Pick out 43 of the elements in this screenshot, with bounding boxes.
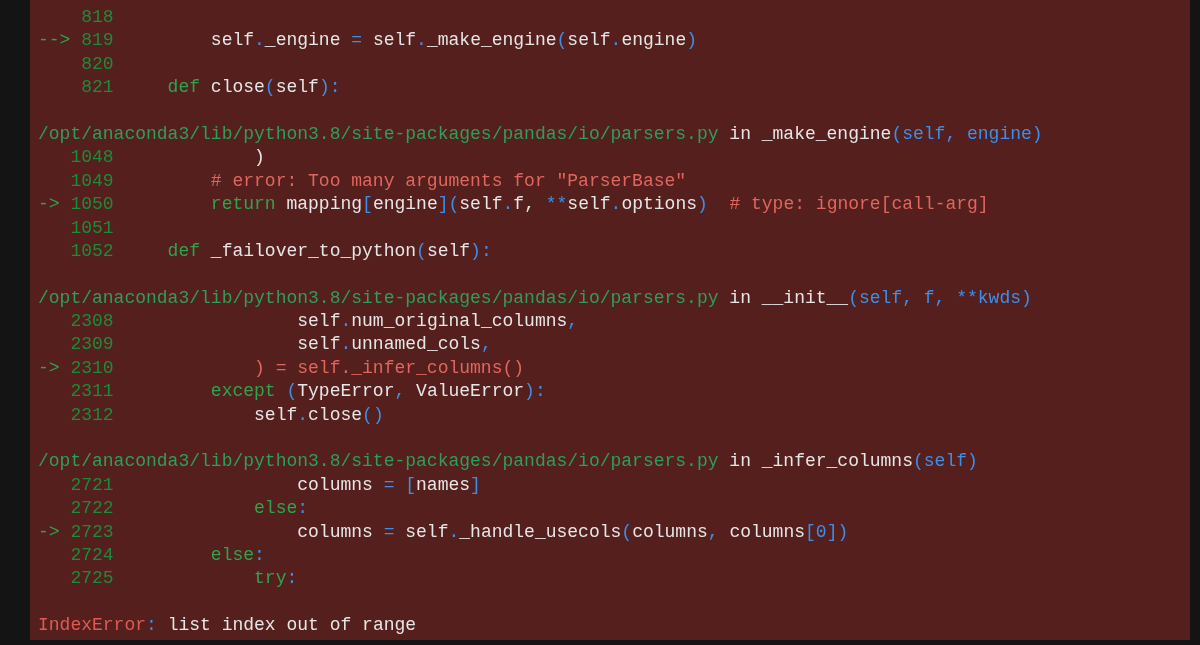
line-number: 1052 (70, 239, 114, 263)
code-line: else: (253, 497, 309, 521)
line-number: 2309 (70, 333, 114, 357)
arrow-marker: -> (38, 356, 60, 380)
line-number: 1049 (70, 169, 114, 193)
traceback-header: /opt/anaconda3/lib/python3.8/site-packages/pandas/io/parsers.py in _make_engine(self, engine) (38, 122, 1043, 146)
line-number: 1051 (70, 216, 114, 240)
code-line: def close(self): (166, 76, 341, 100)
line-number: 821 (81, 76, 114, 100)
line-number: 1048 (70, 146, 114, 170)
arrow-marker: --> (38, 29, 71, 53)
code-line: # error: Too many arguments for "ParserBase" (209, 169, 687, 193)
line-number: 818 (81, 6, 114, 29)
code-line: def _failover_to_python(self): (166, 239, 492, 263)
arrow-marker: -> (38, 193, 60, 217)
error-message: IndexError: list index out of range (38, 614, 417, 638)
line-number: 2723 (70, 520, 114, 544)
line-number: 2310 (70, 356, 114, 380)
code-line: self.unnamed_cols, (296, 333, 492, 357)
line-number: 2722 (70, 497, 114, 521)
code-line: self._engine = self._make_engine(self.engine) (209, 29, 697, 53)
code-line: ) = self._infer_columns() (253, 356, 525, 380)
code-line: else: (209, 544, 265, 567)
code-line: except (TypeError, ValueError): (209, 380, 546, 404)
arrow-marker: -> (38, 520, 60, 544)
line-number: 2312 (70, 403, 114, 427)
line-number: 2724 (70, 544, 114, 567)
code-line: columns = [names] (296, 473, 481, 497)
line-number: 820 (81, 52, 114, 76)
code-line: ) (253, 146, 265, 170)
code-line: return mapping[engine](self.f, **self.options) # type: ignore[call-arg] (209, 193, 989, 217)
line-number: 2308 (70, 310, 114, 334)
line-number: 2725 (70, 567, 114, 591)
code-line: columns = self._handle_usecols(columns, columns[0]) (296, 520, 849, 544)
code-line: try: (253, 567, 298, 591)
line-number: 2721 (70, 473, 114, 497)
line-number: 819 (81, 29, 114, 53)
line-number: 1050 (70, 193, 114, 217)
code-line: self.close() (253, 403, 384, 427)
traceback-header: /opt/anaconda3/lib/python3.8/site-packages/pandas/io/parsers.py in _infer_columns(self) (38, 450, 978, 474)
line-number: 2311 (70, 380, 114, 404)
code-line: self.num_original_columns, (296, 310, 579, 334)
traceback-header: /opt/anaconda3/lib/python3.8/site-packages/pandas/io/parsers.py in __init__(self, f, **kwds) (38, 286, 1032, 310)
